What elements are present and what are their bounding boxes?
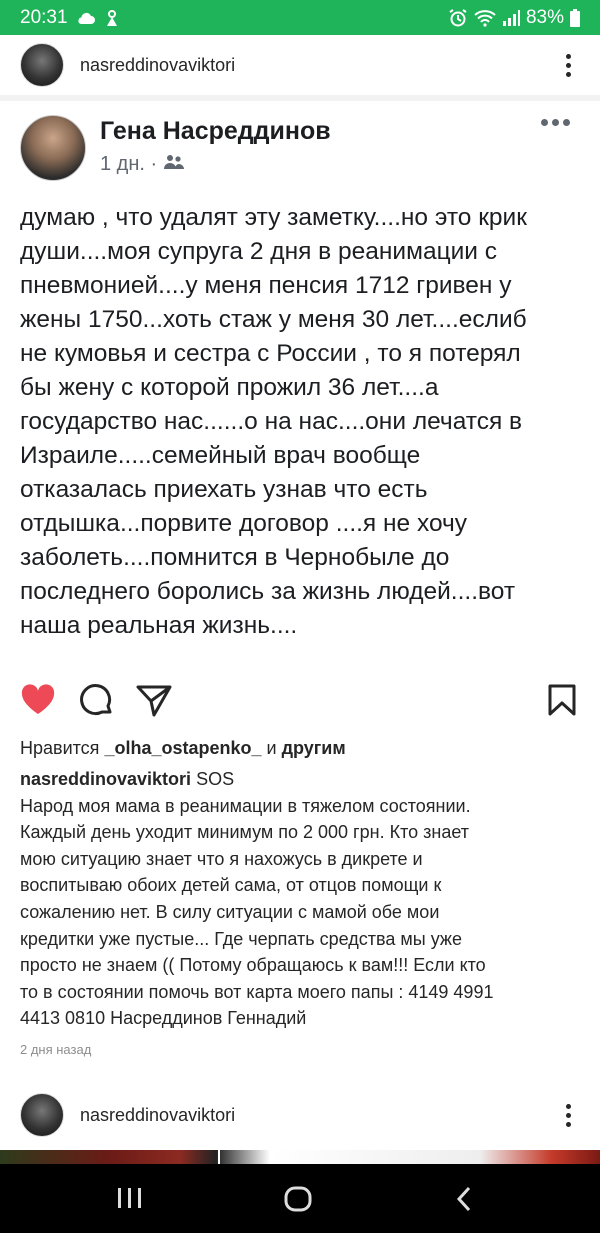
likes-user[interactable]: _olha_ostapenko_ (104, 738, 261, 758)
next-post-header: nasreddinovaviktori (0, 1085, 600, 1145)
image-divider (218, 1150, 220, 1164)
fb-post-text: думаю , что удалят эту заметку....но это… (20, 204, 527, 639)
avatar[interactable] (20, 43, 64, 87)
post-actions (0, 678, 600, 726)
likes-others[interactable]: другим (282, 738, 346, 758)
fb-author-avatar (20, 115, 86, 181)
avatar[interactable] (20, 1093, 64, 1137)
cloud-icon (76, 11, 96, 25)
fb-author-name: Гена Насреддинов (100, 117, 331, 145)
battery-icon (570, 8, 580, 27)
next-post-image[interactable] (0, 1150, 600, 1164)
status-time: 20:31 (20, 6, 68, 28)
heart-icon[interactable] (20, 684, 56, 721)
likes-middle: и (261, 738, 282, 758)
fb-post-time: 1 дн. · (100, 153, 158, 175)
recents-icon[interactable] (116, 1186, 144, 1215)
wifi-icon (474, 9, 496, 27)
post-timestamp: 2 дня назад (20, 1042, 92, 1057)
post-username[interactable]: nasreddinovaviktori (80, 55, 235, 76)
fb-post-header: Гена Насреддинов 1 дн. · (20, 115, 580, 185)
more-options-icon[interactable] (556, 50, 580, 80)
comment-icon[interactable] (80, 684, 114, 723)
fb-more-icon (541, 119, 570, 126)
post-image[interactable]: Гена Насреддинов 1 дн. · думаю , что уда… (0, 95, 600, 665)
navigation-bar (0, 1164, 600, 1233)
friends-icon (163, 153, 185, 176)
bookmark-icon[interactable] (548, 684, 576, 721)
likes-summary[interactable]: Нравится _olha_ostapenko_ и другим (20, 738, 346, 759)
status-bar: 20:31 83% (0, 0, 600, 35)
more-options-icon[interactable] (556, 1100, 580, 1130)
back-icon[interactable] (455, 1186, 473, 1217)
share-icon[interactable] (136, 684, 172, 723)
fb-post-meta: 1 дн. · (100, 153, 185, 176)
post-header: nasreddinovaviktori (0, 35, 600, 95)
home-icon[interactable] (284, 1186, 312, 1217)
likes-prefix: Нравится (20, 738, 105, 758)
app-icon (104, 9, 120, 27)
next-post-username[interactable]: nasreddinovaviktori (80, 1105, 235, 1126)
caption-text: SOS Народ моя мама в реанимации в тяжело… (20, 769, 494, 1029)
battery-text: 83% (525, 6, 564, 28)
alarm-icon (448, 8, 468, 28)
post-caption: nasreddinovaviktori SOS Народ моя мама в… (20, 766, 585, 1032)
caption-username[interactable]: nasreddinovaviktori (20, 769, 191, 789)
signal-icon (502, 9, 520, 26)
